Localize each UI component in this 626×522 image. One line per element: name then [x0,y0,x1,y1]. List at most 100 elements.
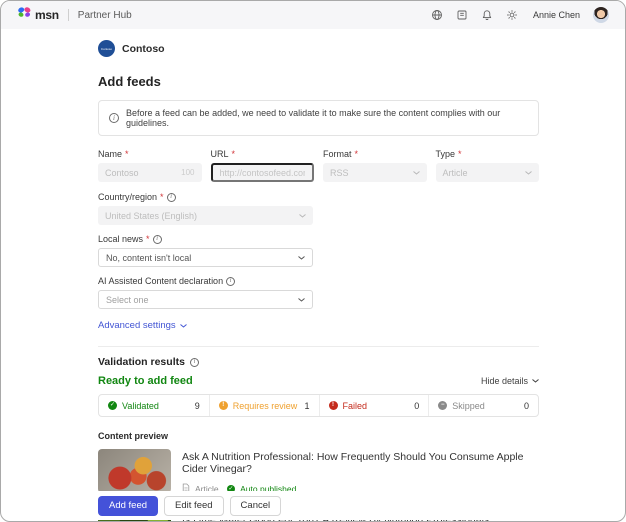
content-preview-title: Content preview [98,431,539,441]
format-label: Format [323,149,352,159]
stat-count: 1 [304,401,309,411]
hide-details-label: Hide details [481,376,528,386]
type-select: Article [436,163,540,182]
main-content: Add feeds i Before a feed can be added, … [1,74,625,522]
top-bar: msn Partner Hub [1,1,625,29]
warning-circle-icon: ! [219,401,228,410]
advanced-settings-label: Advanced settings [98,320,176,331]
chevron-down-icon [298,256,305,260]
required-marker: * [458,149,462,159]
msn-butterfly-icon [17,6,32,24]
chevron-down-icon [180,324,187,328]
required-marker: * [160,192,164,202]
ai-declaration-placeholder: Select one [106,295,149,305]
advanced-settings-toggle[interactable]: Advanced settings [98,320,187,331]
stat-label: Validated [122,401,159,411]
app-name: Partner Hub [78,10,132,21]
name-field-group: Name * Contoso 100 [98,149,202,182]
org-name: Contoso [122,43,165,55]
stat-validated: ✓ Validated 9 [99,395,209,416]
stat-label: Failed [343,401,368,411]
name-input: Contoso 100 [98,163,202,182]
url-label: URL [211,149,229,159]
partner-hub-window: msn Partner Hub [0,0,626,522]
format-value: RSS [330,168,349,178]
url-field-group: URL * [211,149,315,182]
topbar-actions: Annie Chen [431,7,609,23]
name-label: Name [98,149,122,159]
error-circle-icon: ! [329,401,338,410]
edit-feed-button[interactable]: Edit feed [164,496,224,516]
validation-stats-bar: ✓ Validated 9 ! Requires review 1 ! Fail… [98,394,539,417]
stat-failed: ! Failed 0 [319,395,429,416]
stat-label: Requires review [233,401,298,411]
topbar-divider [68,9,69,21]
required-marker: * [355,149,359,159]
stat-count: 0 [414,401,419,411]
ai-declaration-label: AI Assisted Content declaration [98,276,223,286]
hide-details-toggle[interactable]: Hide details [481,376,539,386]
check-circle-icon: ✓ [108,401,117,410]
stat-requires-review: ! Requires review 1 [209,395,319,416]
ai-declaration-field-group: AI Assisted Content declaration i Select… [98,276,539,309]
local-news-field-group: Local news * i No, content isn't local [98,234,539,267]
language-globe-icon[interactable] [431,9,443,21]
add-feed-button[interactable]: Add feed [98,496,158,516]
banner-text: Before a feed can be added, we need to v… [126,108,528,128]
settings-gear-icon[interactable] [506,9,518,21]
required-marker: * [232,149,236,159]
country-field-group: Country/region * i United States (Englis… [98,192,539,225]
guide-icon[interactable] [456,9,468,21]
stat-skipped: − Skipped 0 [428,395,538,416]
account-selector[interactable]: Contoso Contoso [1,29,625,64]
chevron-down-icon [298,298,305,302]
chevron-down-icon [413,171,420,175]
validation-results-header: Validation results i [98,356,539,368]
country-value: United States (English) [105,211,197,221]
name-value: Contoso [105,168,139,178]
page-title: Add feeds [98,74,539,89]
type-field-group: Type * Article [436,149,540,182]
ai-declaration-select[interactable]: Select one [98,290,313,309]
ai-declaration-info-icon: i [226,277,235,286]
section-divider [98,346,539,347]
type-label: Type [436,149,456,159]
user-name[interactable]: Annie Chen [533,10,580,20]
article-thumbnail [98,449,171,493]
format-field-group: Format * RSS [323,149,427,182]
local-news-select[interactable]: No, content isn't local [98,248,313,267]
local-news-info-icon: i [153,235,162,244]
country-info-icon: i [167,193,176,202]
notifications-bell-icon[interactable] [481,9,493,21]
msn-logo-text: msn [35,8,59,22]
chevron-down-icon [299,214,306,218]
country-label: Country/region [98,192,157,202]
org-avatar: Contoso [98,40,115,57]
format-select: RSS [323,163,427,182]
local-news-label: Local news [98,234,143,244]
required-marker: * [146,234,150,244]
article-title: Ask A Nutrition Professional: How Freque… [182,451,539,475]
validation-info-icon: i [190,358,199,367]
footer-action-bar: Add feed Edit feed Cancel [2,491,624,520]
name-char-counter: 100 [181,168,194,177]
validation-info-banner: i Before a feed can be added, we need to… [98,100,539,136]
info-icon: i [109,113,119,123]
required-marker: * [125,149,129,159]
validation-results-title: Validation results [98,356,185,368]
msn-logo[interactable]: msn [17,6,59,24]
cancel-button[interactable]: Cancel [230,496,282,516]
user-avatar[interactable] [593,7,609,23]
stat-count: 0 [524,401,529,411]
type-value: Article [443,168,468,178]
skip-circle-icon: − [438,401,447,410]
validation-status-text: Ready to add feed [98,375,193,387]
chevron-down-icon [525,171,532,175]
url-input [211,163,315,182]
feed-form-row: Name * Contoso 100 URL * Format * [98,149,539,182]
chevron-down-icon [532,379,539,383]
local-news-value: No, content isn't local [106,253,191,263]
stat-count: 9 [195,401,200,411]
stat-label: Skipped [452,401,485,411]
country-select: United States (English) [98,206,313,225]
